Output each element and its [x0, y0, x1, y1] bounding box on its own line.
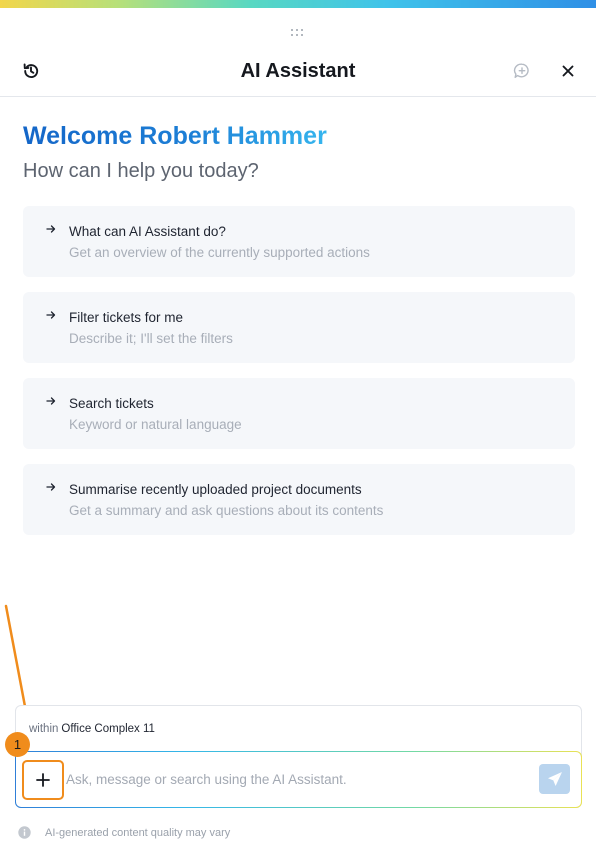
top-gradient-bar: [0, 0, 596, 8]
context-scope[interactable]: within Office Complex 11: [29, 723, 155, 735]
add-button[interactable]: [22, 760, 64, 800]
message-input-row: [15, 751, 582, 808]
close-button[interactable]: [556, 59, 580, 83]
info-icon: [18, 826, 31, 839]
header: AI Assistant: [0, 44, 596, 97]
new-chat-icon: [513, 63, 529, 78]
context-prefix: within: [29, 723, 59, 735]
suggestion-title: Filter tickets for me: [69, 310, 184, 325]
composer: within Office Complex 11: [15, 705, 582, 808]
disclaimer-text: AI-generated content quality may vary: [45, 826, 231, 839]
suggestion-title: What can AI Assistant do?: [69, 224, 226, 239]
message-input[interactable]: [66, 766, 526, 792]
suggestion-what-can-ai-do[interactable]: What can AI Assistant do? Get an overvie…: [23, 206, 575, 277]
new-chat-button[interactable]: [510, 59, 534, 83]
context-project: Office Complex 11: [61, 723, 155, 735]
arrow-right-icon: [46, 397, 56, 405]
annotation-badge: 1: [5, 732, 30, 757]
suggestion-title: Search tickets: [69, 396, 154, 411]
suggestion-description: Get an overview of the currently support…: [69, 245, 370, 260]
arrow-right-icon: [46, 311, 56, 319]
suggestion-search-tickets[interactable]: Search tickets Keyword or natural langua…: [23, 378, 575, 449]
arrow-right-icon: [46, 225, 56, 233]
arrow-right-icon: [46, 483, 56, 491]
plus-icon: [36, 773, 50, 787]
close-icon: [562, 65, 574, 77]
suggestion-description: Keyword or natural language: [69, 417, 242, 432]
suggestion-summarise-documents[interactable]: Summarise recently uploaded project docu…: [23, 464, 575, 535]
welcome-heading: Welcome Robert Hammer: [23, 122, 327, 150]
panel-title: AI Assistant: [240, 60, 356, 82]
suggestion-filter-tickets[interactable]: Filter tickets for me Describe it; I'll …: [23, 292, 575, 363]
disclaimer: AI-generated content quality may vary: [18, 826, 230, 839]
drag-handle-icon[interactable]: [291, 29, 305, 37]
suggestion-description: Get a summary and ask questions about it…: [69, 503, 384, 518]
suggestion-description: Describe it; I'll set the filters: [69, 331, 233, 346]
suggestion-title: Summarise recently uploaded project docu…: [69, 482, 362, 497]
send-icon: [547, 772, 562, 786]
welcome-subheading: How can I help you today?: [23, 160, 259, 182]
send-button[interactable]: [539, 764, 570, 794]
